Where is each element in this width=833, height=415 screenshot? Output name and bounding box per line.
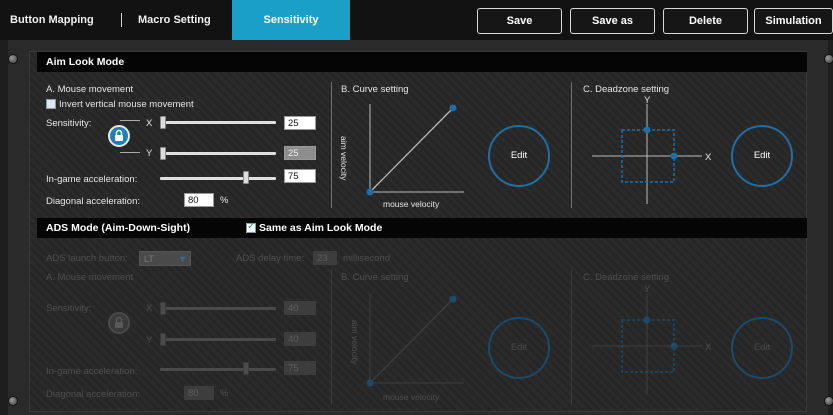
ads-launch-label: ADS launch button: — [46, 253, 128, 264]
ads-diagonal-value-input[interactable]: 80 — [184, 386, 214, 400]
screw-bottom-left-icon — [8, 396, 18, 406]
aim-deadzone-graph[interactable] — [592, 104, 702, 204]
ads-curve-graph[interactable] — [364, 293, 464, 388]
aim-curve-title: B. Curve setting — [341, 84, 409, 95]
same-as-aim-label: Same as Aim Look Mode — [259, 222, 383, 234]
aim-x-slider-track[interactable] — [160, 121, 276, 124]
ads-curve-edit-button[interactable]: Edit — [488, 317, 550, 379]
ads-deadzone-edit-button[interactable]: Edit — [731, 317, 793, 379]
ads-divider-1 — [331, 270, 332, 405]
ads-delay-input[interactable]: 23 — [313, 251, 337, 265]
invert-vertical-label: Invert vertical mouse movement — [59, 99, 194, 110]
ads-x-label: X — [146, 303, 153, 314]
chevron-down-icon: ▼ — [178, 254, 187, 264]
ads-y-label: Y — [146, 335, 153, 346]
ads-x-slider-track[interactable] — [160, 307, 276, 310]
ads-ingame-accel-label: In-game acceleration: — [46, 366, 138, 377]
aim-deadzone-edit-button[interactable]: Edit — [731, 125, 793, 187]
aim-look-mode-header: Aim Look Mode — [37, 52, 807, 72]
aim-x-slider-thumb[interactable] — [160, 116, 166, 129]
aim-lock-bracket-bottom — [120, 152, 140, 153]
aim-lock-icon[interactable] — [108, 125, 130, 147]
ads-y-slider-thumb[interactable] — [160, 333, 166, 346]
screw-top-right-icon — [824, 54, 833, 64]
top-navigation-bar: Button Mapping Macro Setting Sensitivity… — [0, 0, 833, 40]
aim-diagonal-percent: % — [220, 195, 229, 206]
aim-deadzone-title: C. Deadzone setting — [583, 84, 670, 95]
aim-lock-bracket-top — [120, 120, 140, 121]
ads-ingame-slider-thumb[interactable] — [242, 362, 249, 375]
aim-ingame-value-input[interactable]: 75 — [284, 169, 316, 183]
same-as-aim-checkbox[interactable] — [246, 221, 256, 233]
screw-top-left-icon — [8, 54, 18, 64]
ads-mode-header: ADS Mode (Aim-Down-Sight) — [37, 218, 807, 238]
aim-x-label: X — [146, 118, 153, 129]
aim-deadzone-x-label: X — [705, 152, 712, 163]
tab-button-mapping[interactable]: Button Mapping — [10, 0, 94, 40]
save-button[interactable]: Save — [477, 8, 562, 34]
ads-ingame-slider-track[interactable] — [160, 368, 276, 371]
aim-y-slider-thumb[interactable] — [160, 147, 166, 160]
ads-mode-title: ADS Mode (Aim-Down-Sight) — [46, 222, 191, 234]
tab-sensitivity[interactable]: Sensitivity — [232, 0, 350, 40]
aim-y-value-input[interactable]: 25 — [284, 146, 316, 160]
aim-sensitivity-label: Sensitivity: — [46, 118, 92, 129]
aim-x-value-input[interactable]: 25 — [284, 116, 316, 130]
ads-curve-x-axis-label: mouse velocity — [383, 392, 440, 402]
ads-curve-title: B. Curve setting — [341, 272, 409, 283]
ads-divider-2 — [571, 270, 572, 405]
save-as-button[interactable]: Save as — [570, 8, 655, 34]
aim-curve-y-axis-label: aim velocity — [339, 136, 349, 181]
ads-diagonal-accel-label: Diagonal acceleration: — [46, 389, 141, 400]
ads-launch-value: LT — [144, 254, 154, 264]
aim-ingame-slider-track[interactable] — [160, 177, 276, 180]
tab-divider — [121, 13, 122, 27]
aim-mouse-movement-title: A. Mouse movement — [46, 84, 134, 95]
ads-y-slider-track[interactable] — [160, 338, 276, 341]
delete-button[interactable]: Delete — [663, 8, 748, 34]
ads-lock-icon[interactable] — [108, 312, 130, 334]
ads-deadzone-graph[interactable] — [592, 294, 702, 394]
aim-y-slider-track[interactable] — [160, 152, 276, 155]
aim-y-label: Y — [146, 148, 153, 159]
aim-diagonal-value-input[interactable]: 80 — [184, 193, 214, 207]
aim-curve-edit-button[interactable]: Edit — [488, 125, 550, 187]
ads-deadzone-x-label: X — [705, 342, 712, 353]
ads-deadzone-title: C. Deadzone setting — [583, 272, 670, 283]
ads-y-value-input[interactable]: 40 — [284, 332, 316, 346]
ads-delay-label: ADS delay time: — [236, 253, 305, 264]
aim-curve-x-axis-label: mouse velocity — [383, 199, 440, 209]
ads-delay-unit: millisecond — [343, 253, 390, 264]
ads-curve-y-axis-label: aim velocity — [350, 320, 360, 365]
screw-bottom-right-icon — [824, 396, 833, 406]
tab-macro-setting[interactable]: Macro Setting — [138, 0, 211, 40]
ads-launch-dropdown[interactable]: LT ▼ — [139, 251, 191, 266]
ads-mouse-movement-title: A. Mouse movement — [46, 272, 134, 283]
ads-x-slider-thumb[interactable] — [160, 302, 166, 315]
ads-diagonal-percent: % — [220, 388, 229, 399]
ads-sensitivity-label: Sensitivity: — [46, 303, 92, 314]
aim-divider-1 — [331, 82, 332, 208]
invert-vertical-checkbox[interactable] — [46, 99, 56, 109]
aim-ingame-accel-label: In-game acceleration: — [46, 174, 138, 185]
aim-curve-graph[interactable] — [364, 102, 464, 197]
ads-ingame-value-input[interactable]: 75 — [284, 361, 316, 375]
simulation-button[interactable]: Simulation — [754, 8, 833, 34]
ads-x-value-input[interactable]: 40 — [284, 301, 316, 315]
aim-diagonal-accel-label: Diagonal acceleration: — [46, 196, 141, 207]
aim-divider-2 — [571, 82, 572, 208]
aim-ingame-slider-thumb[interactable] — [242, 171, 249, 184]
